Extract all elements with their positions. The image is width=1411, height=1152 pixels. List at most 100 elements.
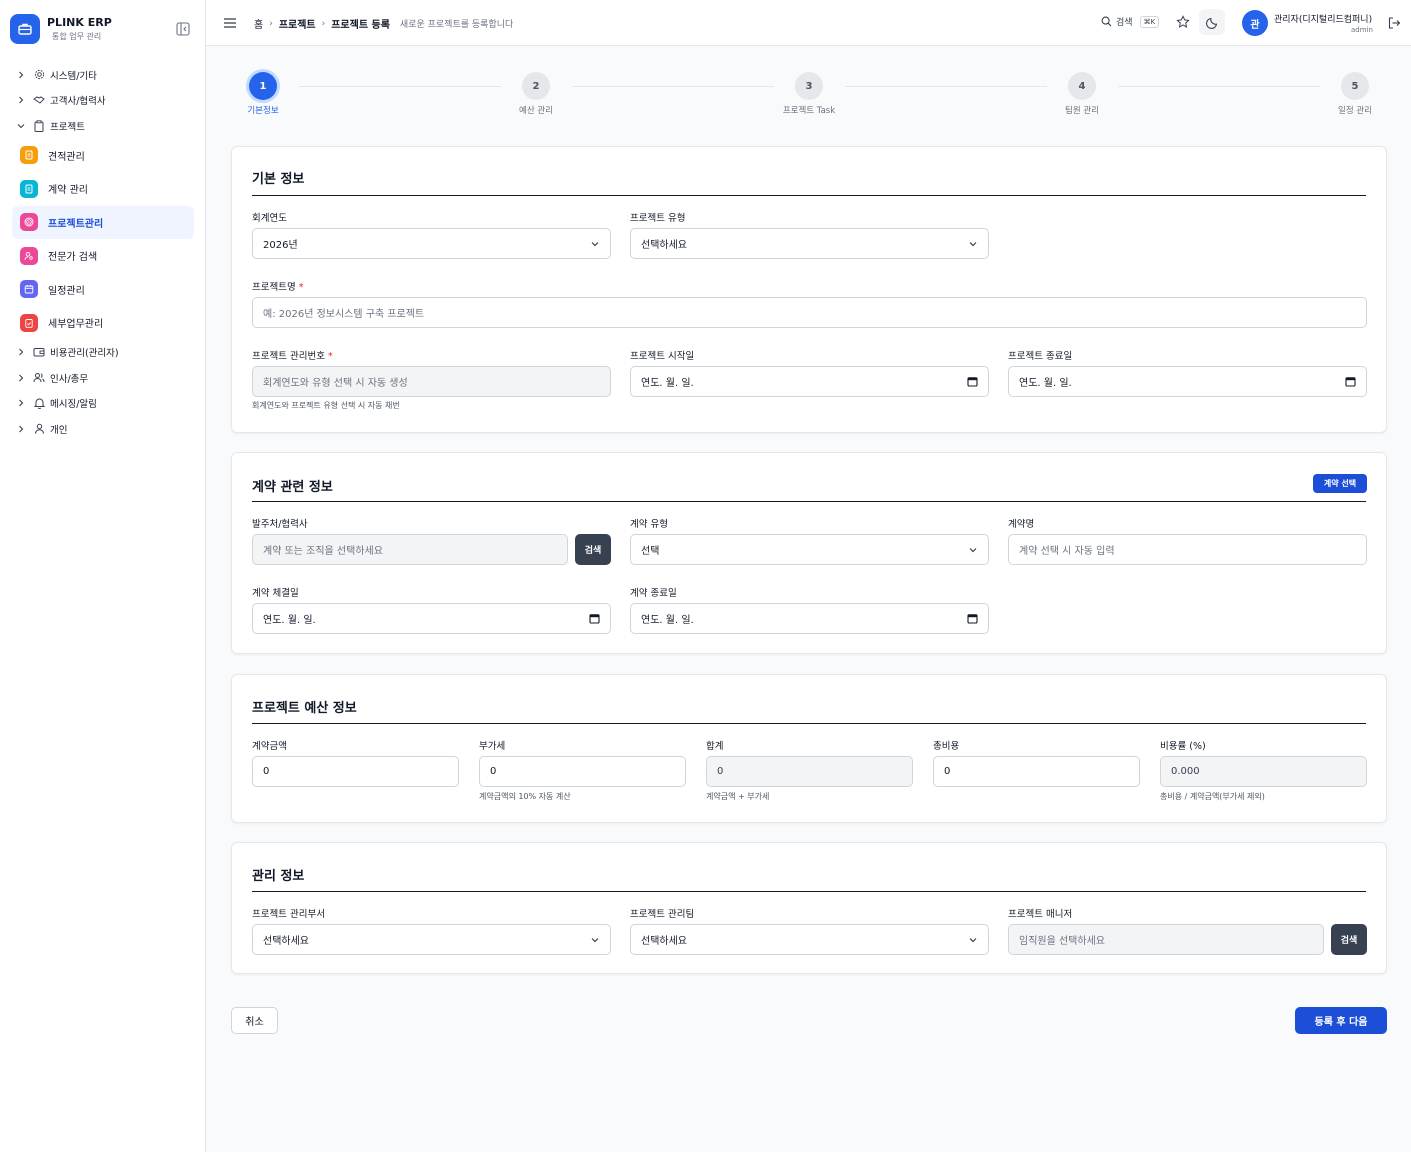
search-label: 검색: [1116, 18, 1133, 28]
contract-sign-date-label: 계약 체결일: [252, 588, 299, 599]
sidebar-group-messaging[interactable]: 메시징/알림: [12, 391, 194, 417]
mgmt-no-input: 회계연도와 유형 선택 시 자동 생성: [252, 366, 611, 397]
brand[interactable]: PLINK ERP 통합 업무 관리: [10, 14, 195, 46]
step-number: 5: [1341, 72, 1369, 100]
gear-icon: [32, 68, 46, 82]
cancel-button[interactable]: 취소: [231, 1007, 278, 1034]
step-number: 4: [1068, 72, 1096, 100]
step-number: 3: [795, 72, 823, 100]
step-connector: [845, 86, 1047, 87]
basic-info-card: 기본 정보 회계연도 2026년 프로젝트 유형 선택하세요 프로젝트명 * 예:…: [231, 146, 1387, 433]
client-search-button[interactable]: 검색: [575, 534, 611, 565]
total-cost-value: 0: [944, 766, 951, 777]
sidebar-group-label: 개인: [50, 424, 68, 436]
end-date-input[interactable]: 연도. 월. 일.: [1008, 366, 1367, 397]
step-4[interactable]: 4 팀원 관리: [1042, 72, 1122, 116]
vat-input[interactable]: 0: [479, 756, 686, 787]
budget-info-card: 프로젝트 예산 정보 계약금액 0 부가세 0 계약금액의 10% 자동 계산 …: [231, 674, 1387, 823]
breadcrumb-home[interactable]: 홈: [254, 16, 263, 31]
contract-name-placeholder: 계약 선택 시 자동 입력: [1019, 546, 1115, 557]
sidebar-item-expert-search[interactable]: 전문가 검색: [12, 239, 194, 273]
contract-sign-date-input[interactable]: 연도. 월. 일.: [252, 603, 611, 634]
team-value: 선택하세요: [641, 936, 687, 947]
manager-input[interactable]: 임직원을 선택하세요: [1008, 924, 1324, 955]
sidebar-item-label: 계약 관리: [48, 185, 88, 197]
manager-placeholder: 임직원을 선택하세요: [1019, 936, 1105, 947]
sidebar-group-hr[interactable]: 인사/총무: [12, 365, 194, 391]
client-input[interactable]: 계약 또는 조직을 선택하세요: [252, 534, 568, 565]
project-name-input[interactable]: 예: 2026년 정보시스템 구축 프로젝트: [252, 297, 1367, 328]
sidebar-item-contracts[interactable]: 계약 관리: [12, 172, 194, 206]
step-5[interactable]: 5 일정 관리: [1315, 72, 1395, 116]
sidebar-item-quotes[interactable]: 견적관리: [12, 139, 194, 173]
calendar-icon[interactable]: [589, 613, 600, 624]
step-1[interactable]: 1 기본정보: [223, 72, 303, 116]
dark-mode-toggle[interactable]: [1199, 9, 1225, 35]
sidebar-item-project-management[interactable]: 프로젝트관리: [12, 205, 194, 239]
calendar-icon[interactable]: [967, 376, 978, 387]
mgmt-no-hint: 회계연도와 프로젝트 유형 선택 시 자동 채번: [252, 401, 400, 410]
contract-type-select[interactable]: 선택: [630, 534, 989, 565]
management-info-card: 관리 정보 프로젝트 관리부서 선택하세요 프로젝트 관리팀 선택하세요 프로젝…: [231, 842, 1387, 974]
contract-amount-input[interactable]: 0: [252, 756, 459, 787]
chevron-right-icon: [14, 425, 28, 433]
contract-select-button[interactable]: 계약 선택: [1313, 474, 1367, 493]
chevron-down-icon: [969, 938, 977, 943]
chevron-down-icon: [14, 122, 28, 130]
users-icon: [32, 371, 46, 385]
star-icon[interactable]: [1176, 15, 1190, 29]
manager-search-button[interactable]: 검색: [1331, 924, 1367, 955]
calendar-icon[interactable]: [967, 613, 978, 624]
calendar-icon[interactable]: [1345, 376, 1356, 387]
total-cost-input[interactable]: 0: [933, 756, 1140, 787]
avatar[interactable]: 관: [1242, 10, 1268, 36]
client-label: 발주처/협력사: [252, 519, 308, 530]
clipboard-icon: [32, 119, 46, 133]
contract-name-input[interactable]: 계약 선택 시 자동 입력: [1008, 534, 1367, 565]
team-select[interactable]: 선택하세요: [630, 924, 989, 955]
contract-info-card: 계약 관련 정보 계약 선택 발주처/협력사 계약 또는 조직을 선택하세요 검…: [231, 452, 1387, 654]
breadcrumb-project[interactable]: 프로젝트: [279, 16, 316, 31]
step-2[interactable]: 2 예산 관리: [496, 72, 576, 116]
contract-end-date-input[interactable]: 연도. 월. 일.: [630, 603, 989, 634]
sidebar-group-expenses[interactable]: 비용관리(관리자): [12, 340, 194, 366]
section-divider: [252, 891, 1366, 892]
chevron-down-icon: [969, 548, 977, 553]
dept-select[interactable]: 선택하세요: [252, 924, 611, 955]
moon-icon: [1205, 17, 1217, 29]
chevron-right-icon: [14, 71, 28, 79]
calendar-icon: [20, 280, 38, 299]
total-cost-label: 총비용: [933, 741, 960, 752]
project-type-select[interactable]: 선택하세요: [630, 228, 989, 259]
search-button[interactable]: 검색 ⌘K: [1101, 15, 1160, 28]
section-title: 프로젝트 예산 정보: [252, 701, 357, 716]
mgmt-no-placeholder: 회계연도와 유형 선택 시 자동 생성: [263, 378, 408, 389]
contract-doc-icon: [20, 179, 38, 198]
fiscal-year-select[interactable]: 2026년: [252, 228, 611, 259]
fiscal-year-label: 회계연도: [252, 213, 287, 224]
dept-value: 선택하세요: [263, 936, 309, 947]
step-label: 예산 관리: [519, 106, 553, 116]
bell-icon: [32, 396, 46, 410]
step-3[interactable]: 3 프로젝트 Task: [769, 72, 849, 116]
start-date-input[interactable]: 연도. 월. 일.: [630, 366, 989, 397]
client-placeholder: 계약 또는 조직을 선택하세요: [263, 546, 383, 557]
page-description: 새로운 프로젝트를 등록합니다: [399, 20, 514, 30]
sidebar-group-personal[interactable]: 개인: [12, 416, 194, 442]
section-divider: [252, 195, 1366, 196]
sidebar-item-task-detail[interactable]: 세부업무관리: [12, 306, 194, 340]
project-type-label: 프로젝트 유형: [630, 213, 686, 224]
sidebar-item-schedule[interactable]: 일정관리: [12, 273, 194, 307]
submit-next-button[interactable]: 등록 후 다음: [1295, 1007, 1387, 1034]
sidebar-collapse-icon[interactable]: [176, 22, 190, 36]
sidebar-group-project[interactable]: 프로젝트: [12, 113, 194, 139]
chevron-right-icon: [14, 348, 28, 356]
logout-icon[interactable]: [1387, 16, 1401, 30]
sidebar-group-clients[interactable]: 고객사/협력사: [12, 88, 194, 114]
menu-icon[interactable]: [223, 16, 237, 30]
cost-ratio-hint: 총비용 / 계약금액(부가세 제외): [1160, 792, 1265, 801]
chevron-right-icon: [14, 374, 28, 382]
sidebar-group-system[interactable]: 시스템/기타: [12, 62, 194, 88]
sidebar-group-label: 시스템/기타: [50, 70, 97, 82]
chevron-right-icon: [14, 399, 28, 407]
